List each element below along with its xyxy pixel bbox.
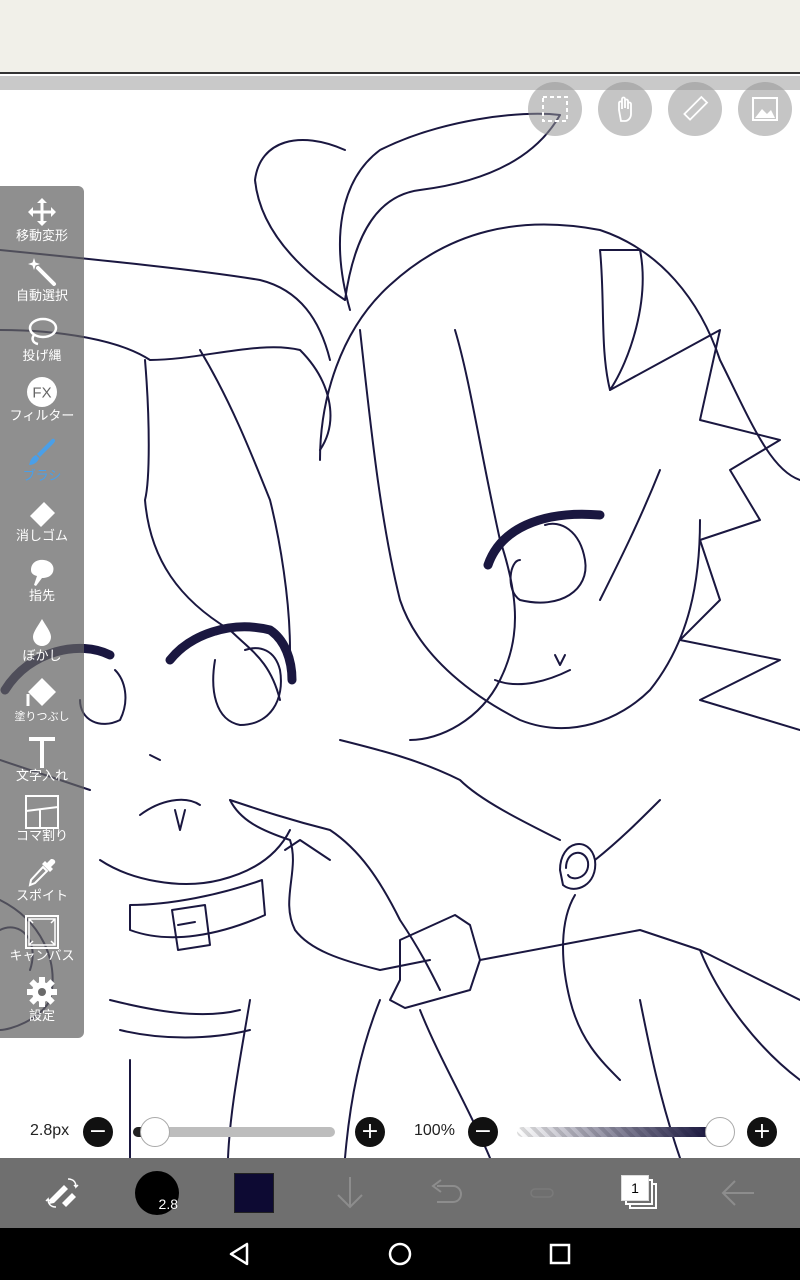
tool-frame[interactable]: コマ割り — [0, 794, 84, 854]
undo-icon — [431, 1179, 463, 1203]
tool-fill[interactable]: 塗りつぶし — [0, 674, 84, 734]
tool-label: 投げ縄 — [22, 349, 62, 364]
brush-size-badge: 2.8 — [158, 1196, 178, 1212]
tool-blur[interactable]: ぼかし — [0, 614, 84, 674]
finger-smudge-icon — [31, 559, 54, 586]
selection-button[interactable] — [528, 82, 582, 136]
system-nav-bar — [0, 1228, 800, 1280]
svg-text:FX: FX — [32, 385, 51, 402]
brush-size-button[interactable]: 2.8 — [134, 1158, 180, 1228]
bottom-bar: 2.8 1 — [0, 1158, 800, 1228]
download-button[interactable] — [330, 1158, 370, 1228]
nav-back-icon — [229, 1242, 249, 1266]
tool-label: 指先 — [28, 589, 55, 604]
arrow-down-icon — [337, 1177, 363, 1209]
size-decrease-button[interactable]: − — [83, 1117, 113, 1147]
arrow-left-icon — [721, 1180, 754, 1206]
image-import-button[interactable] — [738, 82, 792, 136]
tool-label: 自動選択 — [15, 289, 68, 304]
tool-canvas[interactable]: キャンバス — [0, 914, 84, 974]
canvas-icon — [25, 915, 59, 949]
tool-label: 塗りつぶし — [14, 710, 70, 723]
frame-divider-icon — [25, 795, 59, 829]
tool-brush[interactable]: ブラシ — [0, 434, 84, 494]
opacity-fill — [517, 1127, 720, 1137]
tool-label: 設定 — [28, 1009, 55, 1024]
opacity-decrease-button[interactable]: − — [468, 1117, 498, 1147]
tool-label: コマ割り — [15, 829, 68, 844]
undo-button[interactable] — [426, 1158, 466, 1228]
fx-filter-icon: FX — [27, 377, 57, 407]
tool-move-transform[interactable]: 移動変形 — [0, 194, 84, 254]
brush-size-circle: 2.8 — [135, 1171, 179, 1215]
gear-icon — [27, 977, 57, 1007]
brush-icon — [29, 438, 56, 465]
magic-wand-icon — [28, 258, 56, 286]
back-button[interactable] — [716, 1158, 760, 1228]
text-icon — [29, 737, 55, 768]
brush-settings-row: 2.8px − + 100% − + — [0, 1110, 800, 1154]
redo-button[interactable] — [522, 1158, 562, 1228]
ruler-button[interactable] — [668, 82, 722, 136]
tool-label: 消しゴム — [15, 529, 68, 544]
nav-recents-icon — [549, 1243, 571, 1265]
opacity-increase-button[interactable]: + — [747, 1117, 777, 1147]
brush-size-value: 2.8px — [30, 1122, 70, 1139]
top-tools — [528, 82, 792, 136]
tool-finger[interactable]: 指先 — [0, 554, 84, 614]
drawing-app: 移動変形 自動選択 投げ縄 FX フィルター ブラシ 消しゴム 指先 ぼかし 塗… — [0, 0, 800, 1280]
size-increase-button[interactable]: + — [355, 1117, 385, 1147]
nav-home-icon — [388, 1242, 412, 1266]
drawing-canvas[interactable] — [0, 90, 800, 1158]
tool-label: 文字入れ — [15, 769, 68, 784]
status-area — [0, 0, 800, 74]
brush-size-handle[interactable] — [140, 1117, 171, 1147]
pen-eraser-swap-icon — [45, 1178, 79, 1208]
eyedropper-icon — [28, 859, 56, 887]
nav-recents-button[interactable] — [520, 1228, 600, 1280]
selection-icon — [542, 96, 568, 122]
tool-text[interactable]: 文字入れ — [0, 734, 84, 794]
eraser-icon — [30, 502, 55, 527]
layers-button[interactable]: 1 — [618, 1158, 662, 1228]
image-import-icon — [752, 97, 778, 121]
swap-tool-button[interactable] — [40, 1158, 84, 1228]
redo-icon — [530, 1188, 554, 1198]
tool-magic-wand[interactable]: 自動選択 — [0, 254, 84, 314]
hand-pan-icon — [618, 96, 632, 122]
opacity-value: 100% — [414, 1122, 455, 1139]
current-color-swatch — [234, 1173, 274, 1213]
tool-label: ぼかし — [22, 649, 62, 664]
lasso-icon — [28, 317, 58, 346]
tool-filter[interactable]: FX フィルター — [0, 374, 84, 434]
hand-pan-button[interactable] — [598, 82, 652, 136]
opacity-handle[interactable] — [705, 1117, 735, 1147]
move-transform-icon — [28, 198, 56, 226]
tool-eraser[interactable]: 消しゴム — [0, 494, 84, 554]
tool-palette: 移動変形 自動選択 投げ縄 FX フィルター ブラシ 消しゴム 指先 ぼかし 塗… — [0, 186, 84, 1038]
ruler-icon — [683, 95, 709, 121]
layer-count: 1 — [621, 1175, 649, 1201]
fill-bucket-icon — [26, 678, 56, 706]
tool-label: 移動変形 — [15, 229, 68, 244]
color-button[interactable] — [232, 1158, 276, 1228]
tool-eyedropper[interactable]: スポイト — [0, 854, 84, 914]
nav-back-button[interactable] — [200, 1228, 280, 1280]
tool-label: フィルター — [9, 409, 75, 424]
layers-icon: 1 — [621, 1175, 659, 1211]
tool-settings[interactable]: 設定 — [0, 974, 84, 1034]
blur-drop-icon — [33, 619, 51, 646]
nav-home-button[interactable] — [360, 1228, 440, 1280]
tool-label: ブラシ — [22, 469, 62, 484]
opacity-slider[interactable] — [517, 1127, 720, 1137]
tool-lasso[interactable]: 投げ縄 — [0, 314, 84, 374]
tool-label: スポイト — [15, 889, 68, 904]
lineart-drawing — [0, 112, 800, 1158]
tool-label: キャンバス — [9, 949, 75, 964]
